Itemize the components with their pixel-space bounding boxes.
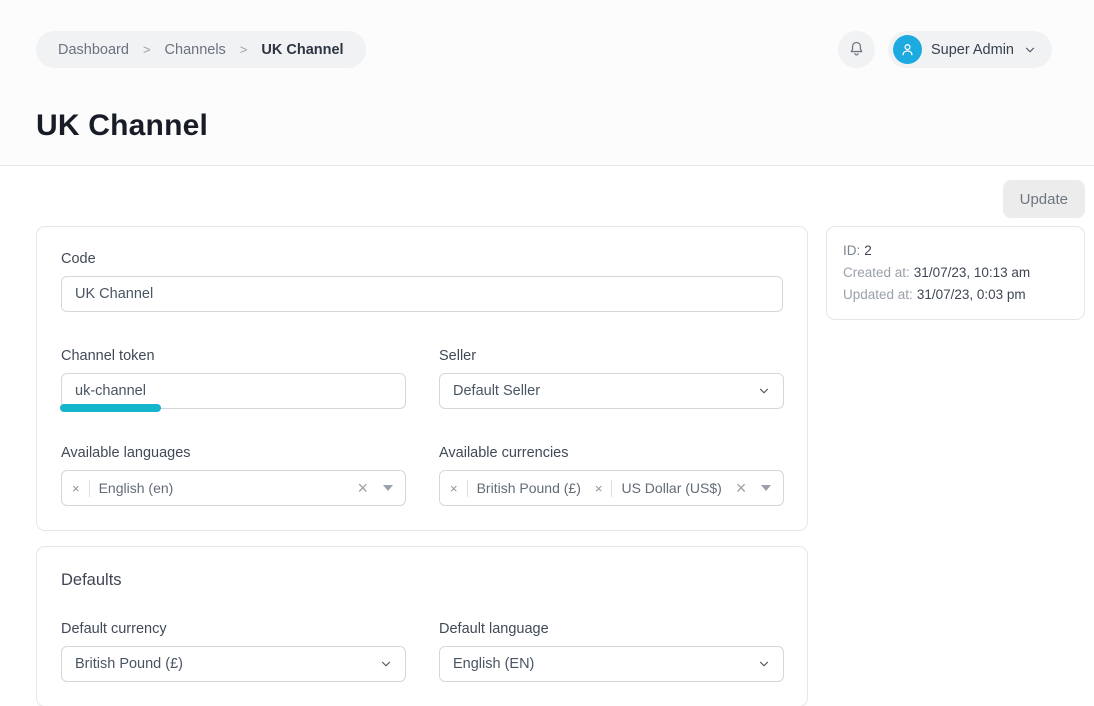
meta-column: ID: 2 Created at: 31/07/23, 10:13 am Updat… [826,226,1085,320]
chip-label: US Dollar (US$) [621,480,721,496]
page-actions: Update [36,180,1085,218]
chevron-down-icon [757,384,771,398]
breadcrumb-channels[interactable]: Channels [165,42,226,58]
available-currencies-field: Available currencies × British Pound (£)… [439,445,784,506]
caret-down-icon[interactable] [383,485,393,491]
seller-select[interactable]: Default Seller [439,373,784,409]
code-input[interactable] [61,276,783,312]
available-currencies-multiselect[interactable]: × British Pound (£) × US Dollar (US$) × [439,470,784,506]
seller-field: Seller Default Seller [439,348,784,409]
user-name: Super Admin [931,42,1014,58]
topbar: Dashboard > Channels > UK Channel [0,0,1094,68]
defaults-card: Defaults Default currency British Pound … [36,546,808,706]
chevron-down-icon [379,657,393,671]
available-currencies-label: Available currencies [439,445,784,461]
default-currency-select[interactable]: British Pound (£) [61,646,406,682]
form-column: Code Channel token Seller Defa [36,226,808,706]
avatar [893,35,922,64]
default-language-label: Default language [439,621,784,637]
default-currency-field: Default currency British Pound (£) [61,621,406,682]
topbar-actions: Super Admin [838,31,1052,68]
breadcrumb-dashboard[interactable]: Dashboard [58,42,129,58]
channel-token-field: Channel token [61,348,406,409]
clear-all-icon[interactable]: × [736,479,747,497]
breadcrumb-separator-icon: > [143,42,151,57]
chip-divider [467,480,468,497]
token-accent-underline [60,404,161,412]
record-created-value: 31/07/23, 10:13 am [914,265,1030,280]
chevron-down-icon [1023,43,1037,57]
record-created-row: Created at: 31/07/23, 10:13 am [843,262,1068,284]
breadcrumb-separator-icon: > [240,42,248,57]
user-menu[interactable]: Super Admin [888,31,1052,68]
remove-chip-icon[interactable]: × [595,482,603,495]
currency-chip: × US Dollar (US$) [595,480,722,497]
available-languages-label: Available languages [61,445,406,461]
chip-divider [89,480,90,497]
seller-select-value: Default Seller [453,383,540,399]
default-currency-label: Default currency [61,621,406,637]
available-languages-field: Available languages × English (en) × [61,445,406,506]
person-icon [899,41,916,58]
page-title: UK Channel [36,109,1094,143]
breadcrumb-current: UK Channel [261,42,343,58]
record-id-value: 2 [864,243,872,258]
chip-divider [611,480,612,497]
breadcrumb: Dashboard > Channels > UK Channel [36,31,366,68]
general-card: Code Channel token Seller Defa [36,226,808,531]
currency-chip: × British Pound (£) [450,480,581,497]
notifications-button[interactable] [838,31,875,68]
default-language-field: Default language English (EN) [439,621,784,682]
remove-chip-icon[interactable]: × [450,482,458,495]
code-label: Code [61,251,783,267]
language-chip: × English (en) [72,480,173,497]
record-created-label: Created at: [843,265,910,280]
chevron-down-icon [757,657,771,671]
page-header: Dashboard > Channels > UK Channel [0,0,1094,166]
default-language-select[interactable]: English (EN) [439,646,784,682]
main-content: Update Code Channel token [0,180,1094,706]
record-id-label: ID: [843,243,860,258]
default-currency-value: British Pound (£) [75,656,183,672]
bell-icon [847,40,866,59]
remove-chip-icon[interactable]: × [72,482,80,495]
record-updated-value: 31/07/23, 0:03 pm [917,287,1026,302]
defaults-title: Defaults [61,571,783,590]
chip-label: British Pound (£) [477,480,581,496]
default-language-value: English (EN) [453,656,534,672]
record-updated-row: Updated at: 31/07/23, 0:03 pm [843,284,1068,306]
code-field: Code [61,251,783,312]
caret-down-icon[interactable] [761,485,771,491]
available-languages-multiselect[interactable]: × English (en) × [61,470,406,506]
chip-label: English (en) [99,480,174,496]
seller-label: Seller [439,348,784,364]
update-button[interactable]: Update [1003,180,1085,218]
record-updated-label: Updated at: [843,287,913,302]
record-id-row: ID: 2 [843,240,1068,262]
record-info-card: ID: 2 Created at: 31/07/23, 10:13 am Updat… [826,226,1085,320]
channel-token-label: Channel token [61,348,406,364]
clear-all-icon[interactable]: × [357,479,368,497]
